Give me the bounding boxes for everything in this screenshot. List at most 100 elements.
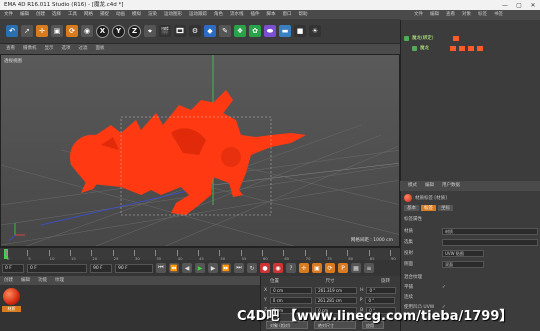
om-menu-edit[interactable]: 编辑: [430, 10, 439, 20]
timeline-options-icon[interactable]: ≡: [364, 263, 374, 273]
play-icon[interactable]: ▶: [195, 263, 205, 273]
menu-script[interactable]: 脚本: [267, 10, 276, 19]
om-menu-bookmarks[interactable]: 书签: [494, 10, 503, 20]
end-frame-field[interactable]: 90 F: [90, 263, 112, 273]
floor-icon[interactable]: ▬: [279, 25, 291, 37]
mat-menu-edit[interactable]: 编辑: [21, 276, 30, 285]
menu-motion-tracking[interactable]: 运动跟踪: [189, 10, 207, 19]
menu-mesh[interactable]: 网格: [84, 10, 93, 19]
mat-menu-texture[interactable]: 纹理: [55, 276, 64, 285]
start-frame-field[interactable]: 0 F: [27, 263, 87, 273]
vp-menu-display[interactable]: 显示: [45, 44, 54, 54]
dragon-model[interactable]: [70, 90, 306, 215]
material-tag-icon[interactable]: [477, 45, 483, 51]
menu-plugins[interactable]: 插件: [251, 10, 260, 19]
menu-mograph[interactable]: 运动图形: [164, 10, 182, 19]
vp-menu-filter[interactable]: 过滤: [79, 44, 88, 54]
menu-help[interactable]: 帮助: [299, 10, 308, 19]
camera-icon[interactable]: ■: [294, 25, 306, 37]
menu-snap[interactable]: 捕捉: [100, 10, 109, 19]
deformer-icon[interactable]: ⬬: [264, 25, 276, 37]
autokey-icon[interactable]: ◉: [273, 263, 283, 273]
tab-coordinates[interactable]: 坐标: [438, 205, 453, 211]
menu-select[interactable]: 选择: [52, 10, 61, 19]
perspective-viewport[interactable]: 透视视图 网格间距 : 1000 cm: [0, 54, 400, 247]
material-tag-icon[interactable]: [468, 45, 474, 51]
prev-frame-icon[interactable]: ◀: [182, 263, 192, 273]
record-icon[interactable]: ●: [260, 263, 270, 273]
pos-x-field[interactable]: 0 cm: [270, 286, 313, 294]
menu-render[interactable]: 渲染: [148, 10, 157, 19]
next-key-icon[interactable]: ⏩: [221, 263, 231, 273]
close-button[interactable]: ✕: [526, 0, 540, 10]
live-select-icon[interactable]: ◉: [81, 25, 93, 37]
om-menu-objects[interactable]: 对象: [462, 10, 471, 20]
x-axis-lock-button[interactable]: X: [96, 24, 109, 38]
material-tag-icon[interactable]: [459, 45, 465, 51]
menu-window[interactable]: 窗口: [283, 10, 292, 19]
am-menu-mode[interactable]: 模式: [408, 181, 417, 191]
attr-material-field[interactable]: 材质: [442, 227, 538, 235]
vp-menu-options[interactable]: 选项: [62, 44, 71, 54]
object-row[interactable]: 魔龙: [412, 44, 483, 52]
attr-side-dropdown[interactable]: 双面: [442, 260, 484, 268]
cube-icon[interactable]: ◆: [204, 25, 216, 37]
render-picture-viewer-icon[interactable]: 🎞: [174, 25, 186, 37]
array-icon[interactable]: ✿: [249, 25, 261, 37]
z-axis-lock-button[interactable]: Z: [128, 24, 141, 38]
spline-pen-icon[interactable]: ✎: [219, 25, 231, 37]
menu-pipeline[interactable]: 流水线: [230, 10, 244, 19]
menu-simulate[interactable]: 模拟: [132, 10, 141, 19]
scale-tool-icon[interactable]: ▣: [51, 25, 63, 37]
coordinate-system-icon[interactable]: ⌖: [144, 25, 156, 37]
om-menu-tags[interactable]: 标签: [478, 10, 487, 20]
loop-icon[interactable]: ↻: [247, 263, 257, 273]
timeline-ruler[interactable]: 0 5 10 15 20 25 30 35 40 45 50 55 60 65 70 75 80 85 90: [0, 247, 400, 261]
material-tag-icon[interactable]: [450, 45, 456, 51]
om-menu-file[interactable]: 文件: [414, 10, 423, 20]
current-frame-field[interactable]: 0 F: [2, 263, 24, 273]
move-tool-icon[interactable]: ✛: [36, 25, 48, 37]
om-menu-view[interactable]: 查看: [446, 10, 455, 20]
rot-p-field[interactable]: 0 °: [365, 296, 396, 304]
render-settings-icon[interactable]: ⚙: [189, 25, 201, 37]
minimize-button[interactable]: —: [498, 0, 512, 10]
render-view-icon[interactable]: 🎬: [159, 25, 171, 37]
menu-file[interactable]: 文件: [4, 10, 13, 19]
attr-projection-dropdown[interactable]: UVW 贴图: [442, 249, 484, 257]
rotation-key-icon[interactable]: ⟳: [325, 263, 335, 273]
y-axis-lock-button[interactable]: Y: [112, 24, 125, 38]
light-icon[interactable]: ☀: [309, 25, 321, 37]
maximize-button[interactable]: ▢: [512, 0, 526, 10]
am-menu-edit[interactable]: 编辑: [425, 181, 434, 191]
vp-menu-panel[interactable]: 面板: [96, 44, 105, 54]
size-x-field[interactable]: 261.319 cm: [315, 286, 358, 294]
prev-key-icon[interactable]: ⏪: [169, 263, 179, 273]
menu-tools[interactable]: 工具: [68, 10, 77, 19]
attr-selection-field[interactable]: [442, 238, 538, 246]
mat-menu-create[interactable]: 创建: [4, 276, 13, 285]
rotate-tool-icon[interactable]: ⟳: [66, 25, 78, 37]
material-tag-icon[interactable]: [452, 35, 459, 41]
pos-y-field[interactable]: 0 cm: [269, 296, 312, 304]
tab-tag[interactable]: 标签: [421, 205, 436, 211]
end-frame-field-2[interactable]: 90 F: [115, 263, 153, 273]
am-menu-user-data[interactable]: 用户数据: [442, 181, 460, 191]
menu-create[interactable]: 创建: [36, 10, 45, 19]
next-frame-icon[interactable]: ▶: [208, 263, 218, 273]
pla-key-icon[interactable]: ▦: [351, 263, 361, 273]
mat-menu-function[interactable]: 功能: [38, 276, 47, 285]
rot-h-field[interactable]: 0 °: [366, 286, 397, 294]
subdivision-surface-icon[interactable]: ❖: [234, 25, 246, 37]
go-to-start-icon[interactable]: ⏮: [156, 263, 166, 273]
menu-character[interactable]: 角色: [214, 10, 223, 19]
keyframe-selection-icon[interactable]: ?: [286, 263, 296, 273]
tab-basic[interactable]: 基本: [404, 205, 419, 211]
vp-menu-view[interactable]: 查看: [6, 44, 15, 54]
go-to-end-icon[interactable]: ⏭: [234, 263, 244, 273]
menu-edit[interactable]: 编辑: [20, 10, 29, 19]
material-name-label[interactable]: 材质: [2, 306, 21, 312]
attr-tile-checkbox[interactable]: ✓: [442, 285, 446, 290]
select-arrow-icon[interactable]: ➚: [21, 25, 33, 37]
undo-icon[interactable]: ↶: [6, 25, 18, 37]
